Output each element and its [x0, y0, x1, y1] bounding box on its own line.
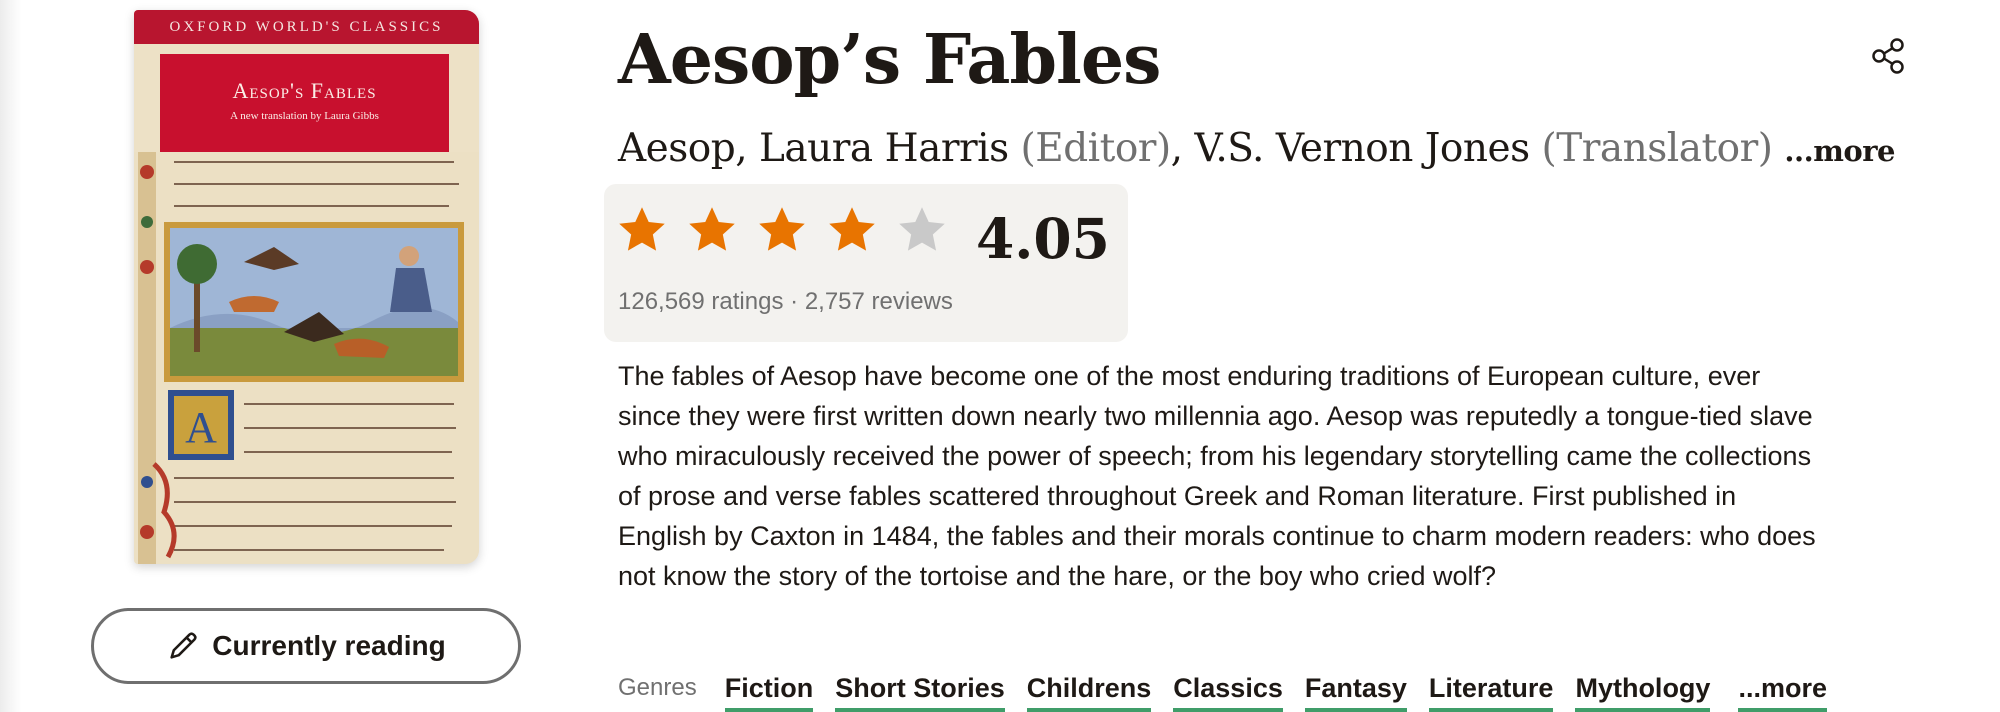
- currently-reading-button[interactable]: Currently reading: [91, 608, 521, 684]
- genre-tag[interactable]: Fiction: [724, 668, 814, 712]
- pencil-icon: [170, 632, 197, 659]
- author-separator: ,: [1170, 126, 1195, 171]
- genre-tag[interactable]: Classics: [1173, 668, 1283, 712]
- cover-title-box: Aesop's Fables A new translation by Laur…: [160, 54, 449, 152]
- genres-label: Genres: [618, 674, 697, 701]
- share-icon: [1872, 38, 1904, 74]
- rating-stars: [616, 204, 948, 256]
- genre-tag[interactable]: Literature: [1428, 668, 1554, 712]
- cover-series-label: OXFORD WORLD'S CLASSICS: [134, 10, 479, 44]
- star-empty-icon: [899, 207, 945, 251]
- genre-tag[interactable]: Mythology: [1575, 668, 1711, 712]
- share-button[interactable]: [1868, 36, 1908, 76]
- author-list: Aesop, Laura Harris (Editor), V.S. Verno…: [618, 120, 1895, 180]
- meta-separator: ·: [790, 288, 799, 315]
- cover-illustration: A: [134, 152, 479, 564]
- star-filled-icon: [619, 207, 665, 251]
- genre-tag[interactable]: Childrens: [1026, 668, 1152, 712]
- author-separator: ,: [735, 126, 760, 171]
- svg-text:A: A: [185, 403, 217, 452]
- genre-tag[interactable]: Fantasy: [1304, 668, 1407, 712]
- rating-counts: 126,569 ratings · 2,757 reviews: [618, 288, 953, 316]
- rating-summary[interactable]: 4.05 126,569 ratings · 2,757 reviews: [604, 184, 1128, 342]
- currently-reading-label: Currently reading: [212, 630, 446, 661]
- ratings-count[interactable]: 126,569 ratings: [618, 288, 783, 315]
- author-role: (Editor): [1020, 126, 1172, 171]
- star-filled-icon: [759, 207, 805, 251]
- author-link[interactable]: Aesop: [618, 126, 736, 171]
- book-cover[interactable]: OXFORD WORLD'S CLASSICS Aesop's Fables A…: [134, 10, 479, 564]
- page-left-shadow: [0, 0, 22, 712]
- author-link[interactable]: Laura Harris: [759, 126, 1009, 171]
- genres-list: Genres Fiction Short Stories Childrens Clas…: [618, 668, 1827, 712]
- cover-title: Aesop's Fables: [232, 78, 377, 103]
- book-title: Aesop’s Fables: [618, 20, 1161, 100]
- average-rating: 4.05: [976, 206, 1110, 271]
- reviews-count[interactable]: 2,757 reviews: [805, 288, 953, 315]
- author-link[interactable]: V.S. Vernon Jones: [1194, 126, 1530, 171]
- star-filled-icon: [829, 207, 875, 251]
- star-filled-icon: [689, 207, 735, 251]
- author-role: (Translator): [1541, 126, 1774, 171]
- book-description: The fables of Aesop have become one of t…: [618, 361, 1816, 591]
- cover-subtitle: A new translation by Laura Gibbs: [230, 110, 379, 122]
- authors-more-link[interactable]: ...more: [1784, 134, 1895, 168]
- genres-more-link[interactable]: ...more: [1738, 668, 1827, 712]
- genre-tag[interactable]: Short Stories: [835, 668, 1005, 712]
